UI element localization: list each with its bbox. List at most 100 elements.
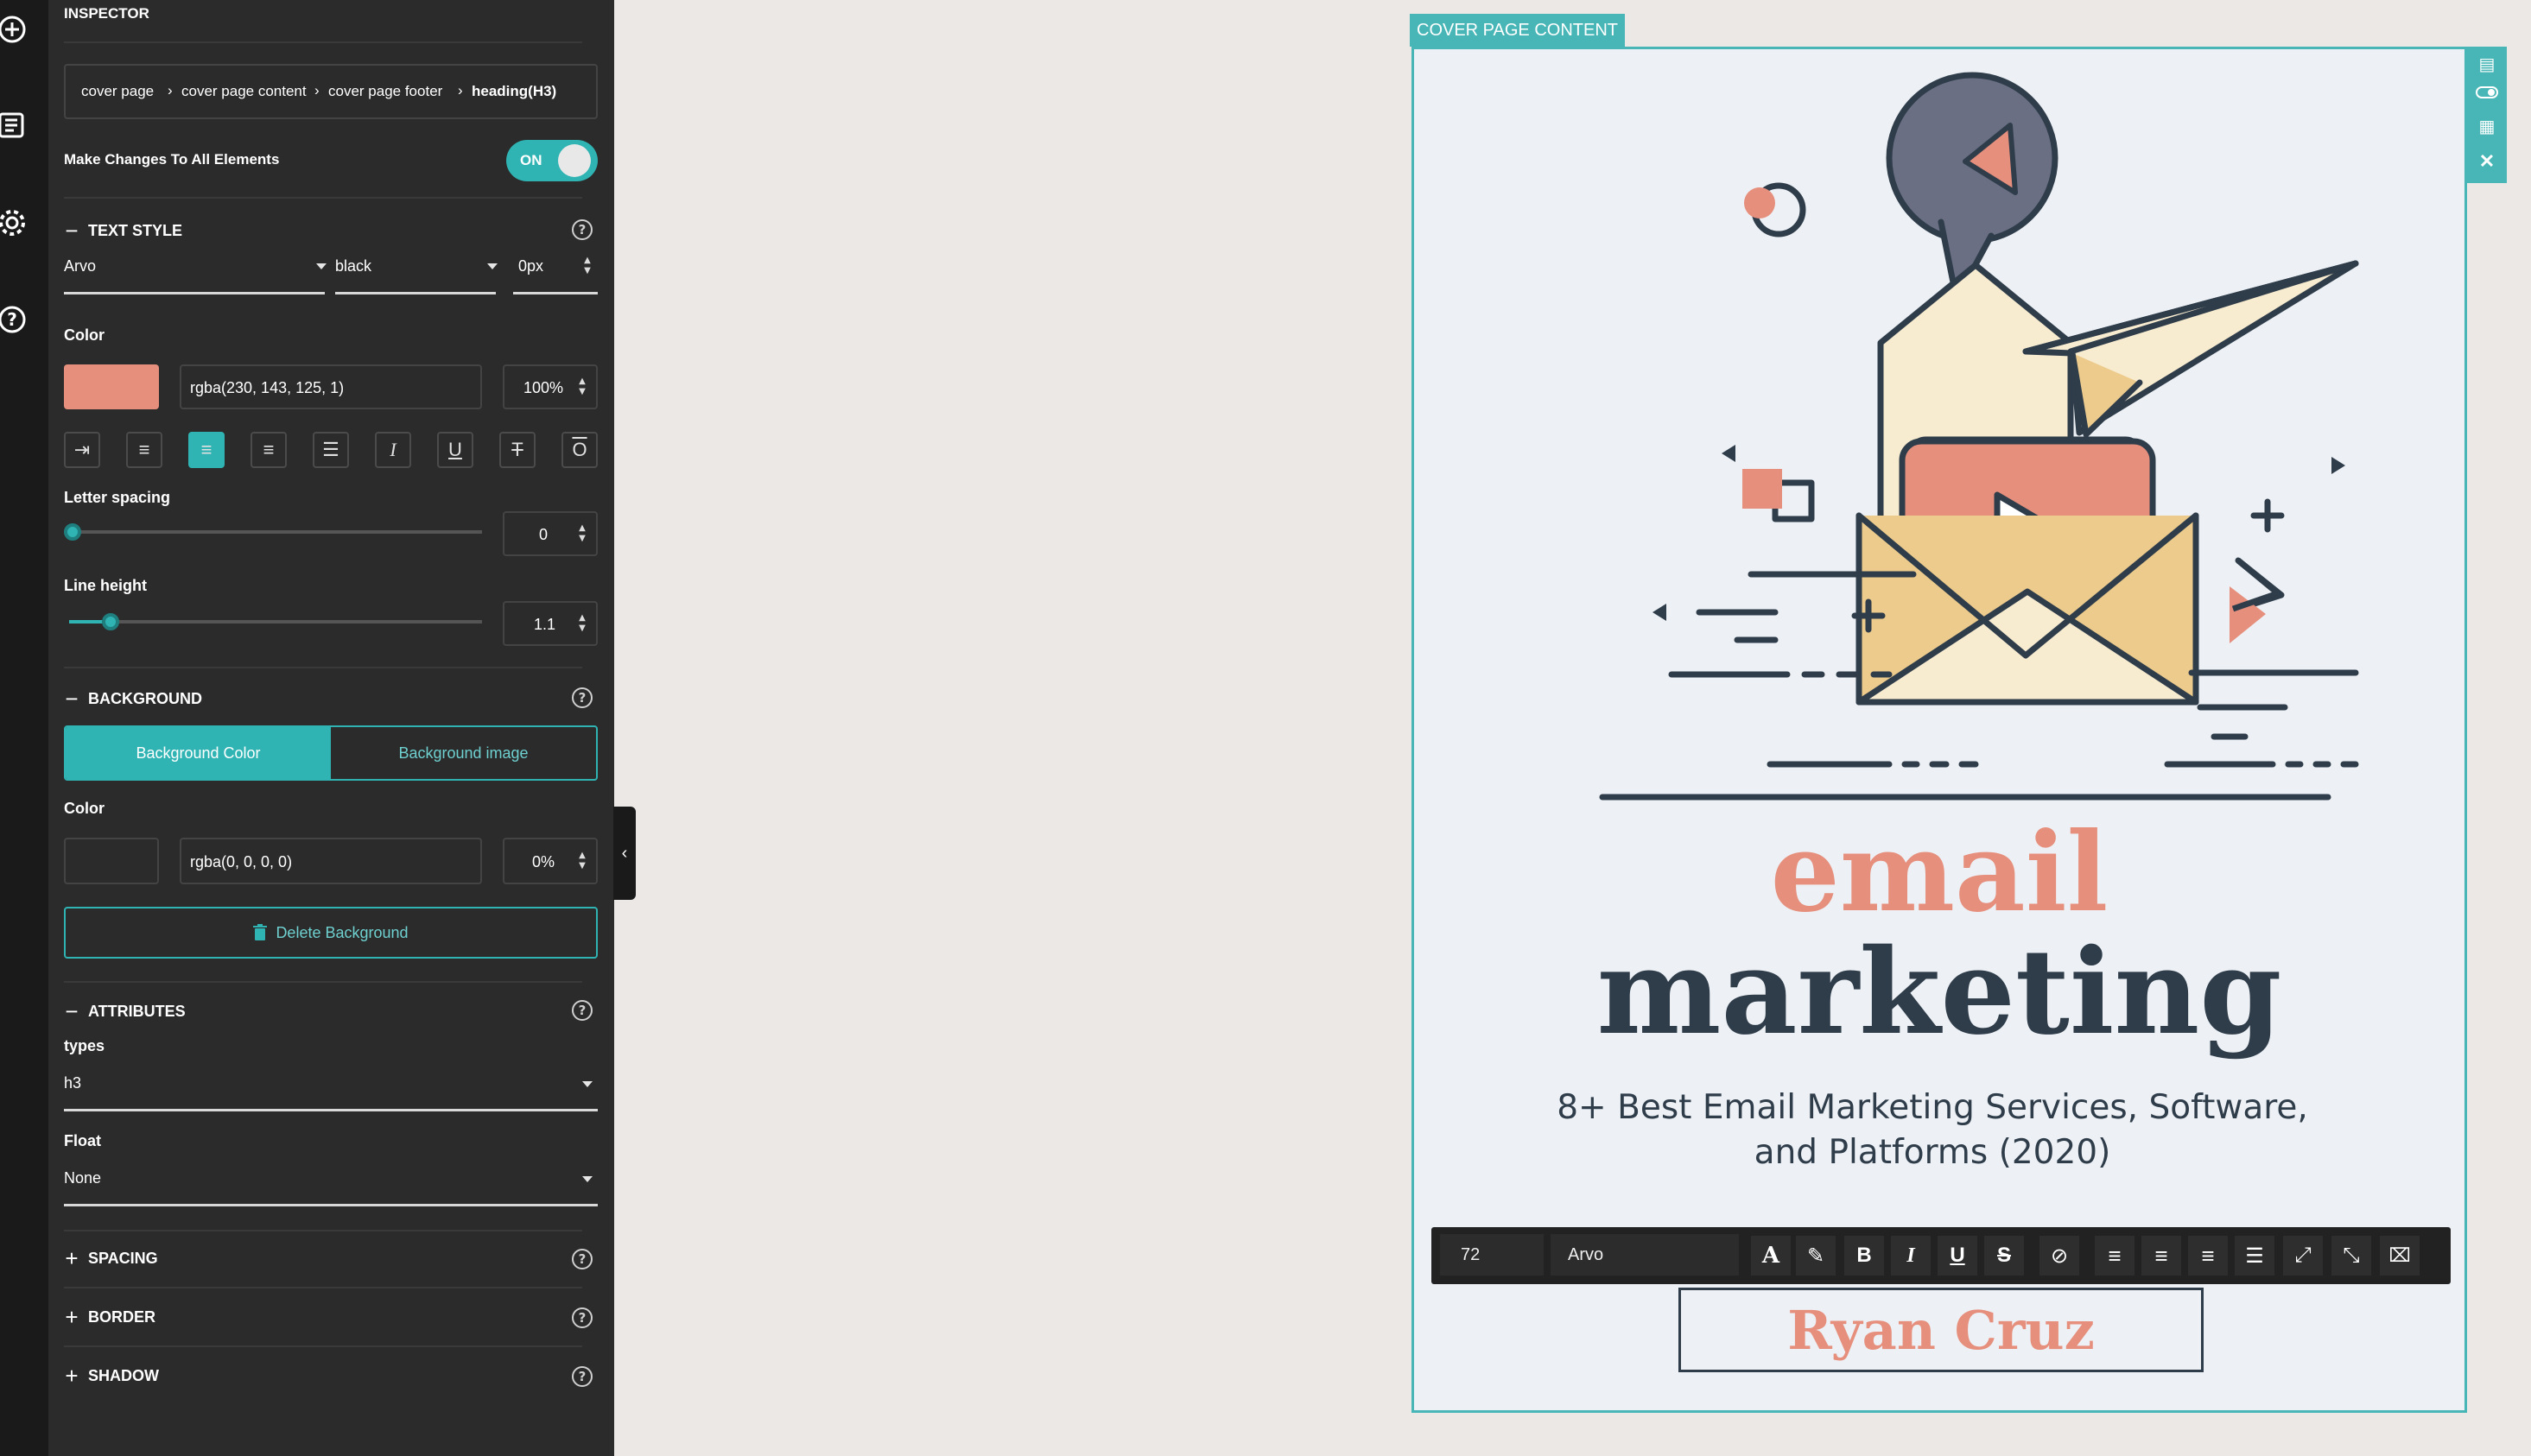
underline-icon[interactable]: U [437,432,473,468]
text-opacity-stepper[interactable]: 100% ▲ ▼ [503,364,598,409]
background-header[interactable]: − BACKGROUND [64,687,202,710]
letter-spacing-value: 0 [539,526,549,543]
help-icon[interactable]: ? [572,1366,593,1387]
expand-icon: + [65,1363,79,1389]
toolbar-font-size-value: 72 [1461,1244,1481,1264]
font-weight-select[interactable]: black [335,250,498,297]
chevron-right-icon: › [168,82,173,98]
add-icon[interactable] [0,12,29,47]
line-height-slider-handle[interactable] [102,613,119,630]
background-opacity-stepper[interactable]: 0% ▲ ▼ [503,838,598,884]
help-icon[interactable]: ? [572,1000,593,1021]
breadcrumb-item[interactable]: cover page footer [328,83,442,100]
line-height-slider[interactable] [69,620,482,624]
background-color-input[interactable]: rgba(0, 0, 0, 0) [180,838,482,884]
help-icon[interactable]: ? [0,302,29,337]
text-opacity-value: 100% [523,379,564,396]
tab-background-color[interactable]: Background Color [66,727,331,779]
align-left-icon[interactable]: ≡ [2095,1236,2135,1276]
page-icon[interactable]: ▤ [2477,54,2496,76]
stepper-arrows-icon[interactable]: ▲ ▼ [577,613,587,634]
help-icon[interactable]: ? [572,219,593,240]
stepper-arrows-icon[interactable]: ▲ ▼ [577,851,587,871]
document-icon[interactable]: ▦ [2477,116,2496,138]
paint-brush-icon[interactable]: ✎ [1796,1236,1836,1276]
author-heading[interactable]: Ryan Cruz [1678,1288,2204,1372]
cover-page-canvas[interactable]: email marketing 8+ Best Email Marketing … [1411,47,2467,1413]
line-height-stepper[interactable]: 1.1 ▲ ▼ [503,601,598,646]
chevron-down-icon [316,263,327,269]
letter-spacing-stepper[interactable]: 0 ▲ ▼ [503,511,598,556]
make-changes-toggle[interactable]: ON [506,140,598,181]
heading-email[interactable]: email [1414,818,2464,927]
strikethrough-icon[interactable]: T [499,432,536,468]
breadcrumb-item[interactable]: cover page [81,83,154,100]
strikethrough-icon[interactable]: S [1984,1236,2024,1276]
align-right-icon[interactable]: ≡ [251,432,287,468]
line-height-label: Line height [64,577,147,594]
align-justify-icon[interactable]: ☰ [2235,1236,2274,1276]
background-tabs: Background Color Background image [64,725,598,781]
font-size-stepper[interactable]: 0px ▲ ▼ [513,250,598,297]
align-justify-icon[interactable]: ☰ [313,432,349,468]
font-color-icon[interactable]: A [1751,1236,1791,1276]
attributes-header[interactable]: − ATTRIBUTES [64,1000,185,1022]
italic-icon[interactable]: I [1891,1236,1931,1276]
stepper-arrows-icon[interactable]: ▲ ▼ [582,256,593,276]
unlink-icon[interactable]: ⊘ [2039,1236,2079,1276]
collapse-icon[interactable]: ⤡ [2331,1236,2371,1276]
font-weight-value: black [335,257,372,275]
heading-marketing[interactable]: marketing [1414,934,2464,1051]
canvas-side-toolbar: ▤ ▦ ✕ [2467,47,2507,183]
expand-icon: + [65,1304,79,1330]
font-family-select[interactable]: Arvo [64,250,327,297]
italic-icon[interactable]: I [375,432,411,468]
breadcrumb: cover page › cover page content › cover … [64,64,598,119]
toolbar-font-select[interactable]: Arvo [1551,1234,1739,1276]
tab-background-image[interactable]: Background image [331,727,596,779]
align-right-icon[interactable]: ≡ [2188,1236,2228,1276]
toggle-label: ON [520,152,542,168]
float-select[interactable]: None [64,1166,598,1207]
background-color-swatch[interactable] [64,838,159,884]
stepper-arrows-icon[interactable]: ▲ ▼ [577,523,587,544]
background-opacity-value: 0% [532,853,555,870]
text-style-header[interactable]: − TEXT STYLE [64,219,182,242]
overline-icon[interactable]: O [561,432,598,468]
subtitle[interactable]: 8+ Best Email Marketing Services, Softwa… [1552,1086,2312,1175]
left-tool-rail: ? [0,0,48,1456]
canvas-section-tag[interactable]: COVER PAGE CONTENT [1410,14,1625,47]
align-left-icon[interactable]: ≡ [126,432,162,468]
border-header[interactable]: + BORDER [64,1306,155,1328]
shadow-header[interactable]: + SHADOW [64,1364,159,1387]
clear-format-icon[interactable]: ⌧ [2380,1236,2420,1276]
spacing-header[interactable]: + SPACING [64,1247,157,1269]
bold-icon[interactable]: B [1844,1236,1884,1276]
text-color-input[interactable]: rgba(230, 143, 125, 1) [180,364,482,409]
stepper-arrows-icon[interactable]: ▲ ▼ [577,377,587,397]
indent-icon[interactable]: ⇥ [64,432,100,468]
underline-icon[interactable]: U [1938,1236,1977,1276]
close-icon[interactable]: ✕ [2477,150,2496,173]
settings-icon[interactable] [0,206,29,240]
toggle-icon[interactable] [2476,86,2498,98]
letter-spacing-slider[interactable] [69,530,482,534]
align-center-icon[interactable]: ≡ [2141,1236,2181,1276]
expand-icon[interactable]: ⤢ [2283,1236,2323,1276]
help-icon[interactable]: ? [572,1249,593,1269]
align-center-icon[interactable]: ≡ [188,432,225,468]
types-select[interactable]: h3 [64,1071,598,1112]
trash-icon [253,924,268,940]
pages-icon[interactable] [0,107,29,142]
breadcrumb-item[interactable]: cover page content [181,83,307,100]
help-icon[interactable]: ? [572,687,593,708]
svg-text:?: ? [7,309,17,330]
letter-spacing-slider-handle[interactable] [64,523,81,541]
chevron-right-icon: › [314,82,320,98]
collapse-panel-handle[interactable]: ‹ [613,807,636,900]
make-changes-label: Make Changes To All Elements [64,151,280,168]
text-color-swatch[interactable] [64,364,159,409]
delete-background-button[interactable]: Delete Background [64,907,598,959]
toolbar-font-size-input[interactable]: 72 [1440,1234,1544,1276]
help-icon[interactable]: ? [572,1307,593,1328]
